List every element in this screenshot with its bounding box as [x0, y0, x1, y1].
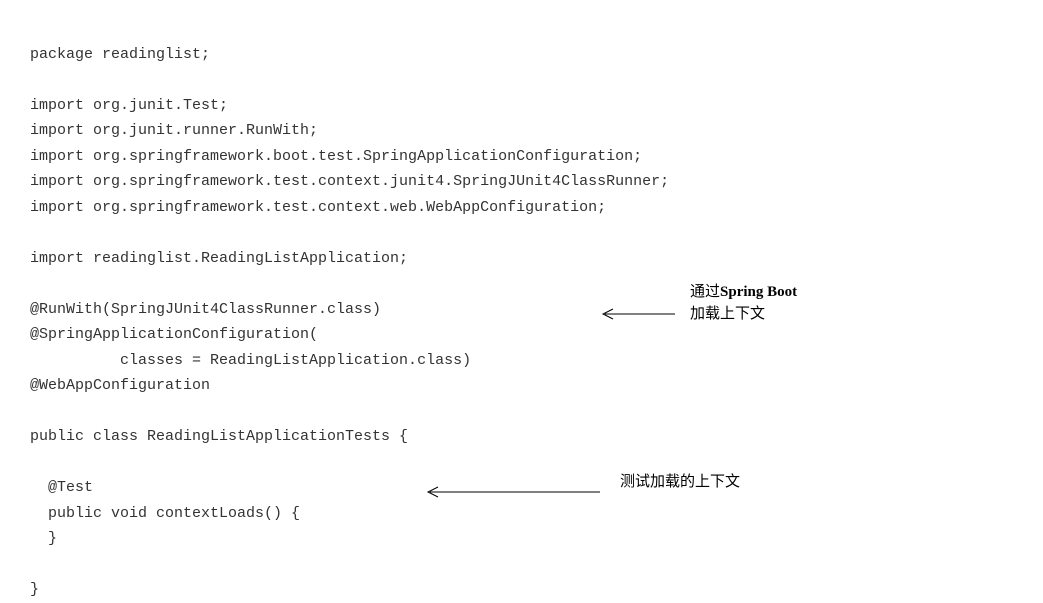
- annotation-text: 通过: [690, 284, 720, 300]
- code-line: package readinglist;: [30, 46, 210, 63]
- arrow-icon: [595, 308, 675, 320]
- code-line: @RunWith(SpringJUnit4ClassRunner.class): [30, 301, 381, 318]
- code-line: import org.springframework.test.context.…: [30, 199, 606, 216]
- annotation-load-context: 加载上下文: [690, 302, 765, 328]
- annotation-text-bold: Spring Boot: [720, 284, 797, 300]
- code-line: @WebAppConfiguration: [30, 377, 210, 394]
- annotation-test-context: 测试加载的上下文: [620, 470, 740, 496]
- code-line: public void contextLoads() {: [30, 505, 300, 522]
- code-line: import org.springframework.test.context.…: [30, 173, 669, 190]
- code-line: @SpringApplicationConfiguration(: [30, 326, 318, 343]
- code-listing: package readinglist; import org.junit.Te…: [30, 16, 1013, 603]
- code-line: }: [30, 530, 57, 547]
- arrow-icon: [420, 486, 600, 498]
- code-line: public class ReadingListApplicationTests…: [30, 428, 408, 445]
- code-line: import org.springframework.boot.test.Spr…: [30, 148, 642, 165]
- code-line: @Test: [30, 479, 93, 496]
- code-line: classes = ReadingListApplication.class): [30, 352, 471, 369]
- code-line: import org.junit.runner.RunWith;: [30, 122, 318, 139]
- code-line: import readinglist.ReadingListApplicatio…: [30, 250, 408, 267]
- code-line: import org.junit.Test;: [30, 97, 228, 114]
